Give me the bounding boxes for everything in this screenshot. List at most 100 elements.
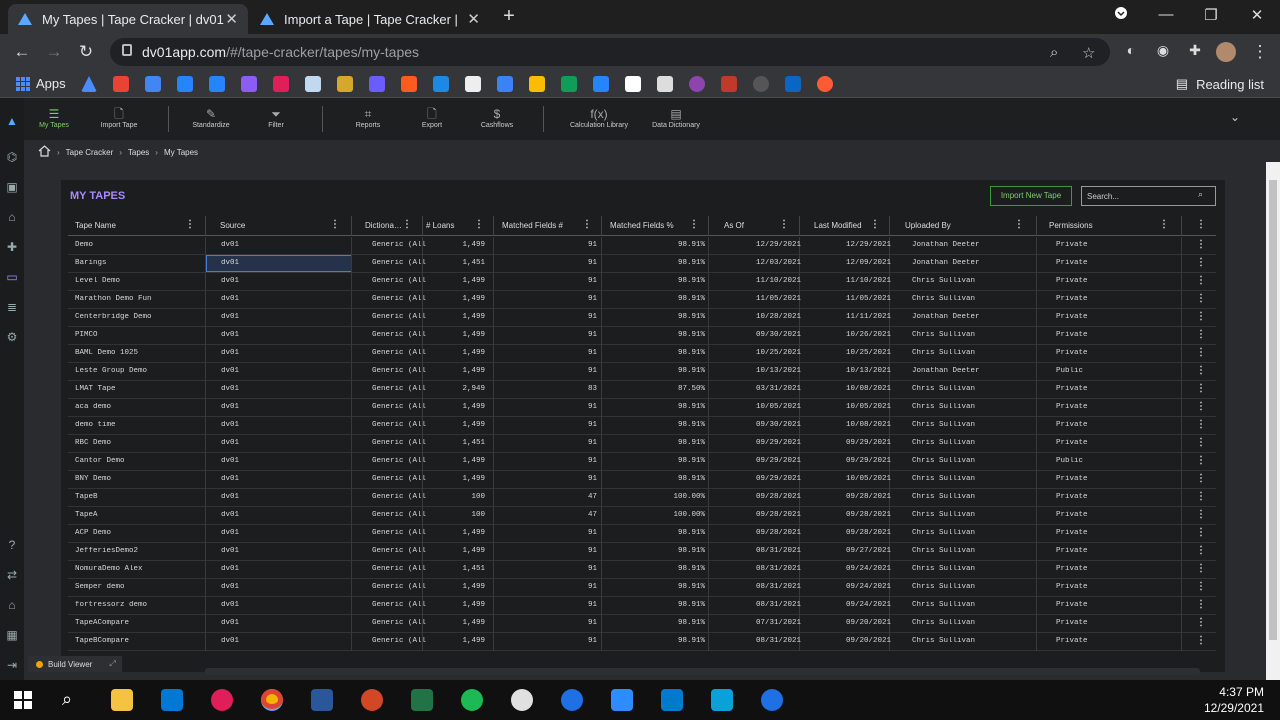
table-cell[interactable]: 100.00%: [617, 493, 705, 501]
note-bookmark-icon[interactable]: [337, 76, 353, 92]
column-header[interactable]: Source: [220, 221, 245, 230]
jira-bookmark-icon[interactable]: [593, 76, 609, 92]
url-field[interactable]: dv01app.com/#/tape-cracker/tapes/my-tape…: [110, 38, 1110, 66]
table-cell[interactable]: 09/30/2021: [731, 331, 801, 339]
table-cell[interactable]: Chris Sullivan: [912, 385, 1052, 393]
briefcase-icon[interactable]: ▣: [5, 180, 19, 194]
row-menu-icon[interactable]: ⋮: [1196, 491, 1206, 502]
table-row[interactable]: Level Demo dv01 Generic (All 1,499 91 98.91% 1…: [68, 273, 1216, 291]
column-divider[interactable]: [351, 216, 352, 236]
table-cell[interactable]: 91: [509, 547, 597, 555]
table-cell[interactable]: Chris Sullivan: [912, 421, 1052, 429]
table-cell[interactable]: Generic (All: [372, 475, 432, 483]
table-cell[interactable]: Chris Sullivan: [912, 349, 1052, 357]
table-row[interactable]: ACP Demo dv01 Generic (All 1,499 91 98.91% 09/…: [68, 525, 1216, 543]
toolbar-data-dictionary[interactable]: ▤ Data Dictionary: [650, 106, 702, 129]
column-divider[interactable]: [422, 216, 423, 236]
table-row[interactable]: Cantor Demo dv01 Generic (All 1,499 91 98.91%…: [68, 453, 1216, 471]
table-cell[interactable]: 91: [509, 259, 597, 267]
table-cell[interactable]: 11/11/2021: [821, 313, 891, 321]
table-cell[interactable]: 1,499: [433, 637, 485, 645]
table-cell[interactable]: Generic (All: [372, 457, 432, 465]
table-cell[interactable]: 09/28/2021: [821, 511, 891, 519]
column-menu-icon[interactable]: ⋮: [330, 219, 340, 230]
column-menu-icon[interactable]: ⋮: [582, 219, 592, 230]
table-cell[interactable]: NomuraDemo Alex: [75, 565, 185, 573]
table-cell[interactable]: 10/25/2021: [821, 349, 891, 357]
table-cell[interactable]: dv01: [221, 331, 331, 339]
reload-icon[interactable]: ↻: [76, 42, 96, 62]
sheet-bookmark-icon[interactable]: [305, 76, 321, 92]
table-cell[interactable]: Generic (All: [372, 259, 432, 267]
toolbar-reports[interactable]: ⌗ Reports: [348, 106, 388, 129]
extension-icon[interactable]: ◉: [1153, 42, 1173, 59]
zoom-icon[interactable]: [611, 689, 633, 711]
table-cell[interactable]: Private: [1056, 349, 1176, 357]
table-cell[interactable]: 91: [509, 241, 597, 249]
table-cell[interactable]: Centerbridge Demo: [75, 313, 185, 321]
column-divider[interactable]: [493, 216, 494, 236]
table-row[interactable]: Centerbridge Demo dv01 Generic (All 1,499 91…: [68, 309, 1216, 327]
table-cell[interactable]: Generic (All: [372, 529, 432, 537]
table-cell[interactable]: 09/24/2021: [821, 601, 891, 609]
file-explorer-icon[interactable]: [111, 689, 133, 711]
table-cell[interactable]: 98.91%: [617, 259, 705, 267]
table-cell[interactable]: Private: [1056, 295, 1176, 303]
table-cell[interactable]: 98.91%: [617, 529, 705, 537]
row-menu-icon[interactable]: ⋮: [1196, 383, 1206, 394]
table-cell[interactable]: 10/05/2021: [731, 403, 801, 411]
table-cell[interactable]: 1,499: [433, 475, 485, 483]
table-cell[interactable]: Cantor Demo: [75, 457, 185, 465]
table-cell[interactable]: 98.91%: [617, 583, 705, 591]
row-menu-icon[interactable]: ⋮: [1196, 293, 1206, 304]
wsj-bookmark-icon[interactable]: [625, 76, 641, 92]
table-cell[interactable]: Private: [1056, 259, 1176, 267]
table-cell[interactable]: Generic (All: [372, 403, 432, 411]
toolbar-standardize[interactable]: ✎ Standardize: [186, 106, 236, 129]
table-cell[interactable]: dv01: [221, 511, 331, 519]
table-cell[interactable]: Jonathan Deeter: [912, 313, 1052, 321]
table-cell[interactable]: 98.91%: [617, 475, 705, 483]
table-cell[interactable]: Generic (All: [372, 241, 432, 249]
windows-start-icon[interactable]: [14, 691, 32, 709]
puzzle-icon[interactable]: ✚: [1185, 42, 1205, 59]
column-divider[interactable]: [205, 216, 206, 236]
table-cell[interactable]: 87.50%: [617, 385, 705, 393]
table-cell[interactable]: Chris Sullivan: [912, 457, 1052, 465]
table-cell[interactable]: 91: [509, 457, 597, 465]
table-cell[interactable]: 91: [509, 637, 597, 645]
table-cell[interactable]: 09/29/2021: [731, 475, 801, 483]
table-cell[interactable]: Private: [1056, 331, 1176, 339]
zoom-icon[interactable]: ⌕: [1050, 44, 1058, 61]
table-cell[interactable]: 98.91%: [617, 277, 705, 285]
table-cell[interactable]: 09/30/2021: [731, 421, 801, 429]
table-cell[interactable]: Generic (All: [372, 565, 432, 573]
table-cell[interactable]: Chris Sullivan: [912, 565, 1052, 573]
table-cell[interactable]: 08/31/2021: [731, 565, 801, 573]
table-cell[interactable]: Private: [1056, 511, 1176, 519]
table-cell[interactable]: 09/29/2021: [821, 457, 891, 465]
close-window-icon[interactable]: ✕: [1247, 6, 1267, 24]
table-row[interactable]: NomuraDemo Alex dv01 Generic (All 1,451 91 98…: [68, 561, 1216, 579]
table-cell[interactable]: 10/05/2021: [821, 475, 891, 483]
table-cell[interactable]: 98.91%: [617, 367, 705, 375]
table-cell[interactable]: 1,499: [433, 457, 485, 465]
table-icon[interactable]: ▦: [5, 628, 19, 642]
table-cell[interactable]: BNY Demo: [75, 475, 185, 483]
column-header[interactable]: Matched Fields #: [502, 221, 563, 230]
table-row[interactable]: TapeACompare dv01 Generic (All 1,499 91 98.91…: [68, 615, 1216, 633]
table-cell[interactable]: dv01: [221, 493, 331, 501]
table-cell[interactable]: dv01: [221, 619, 331, 627]
row-menu-icon[interactable]: ⋮: [1196, 599, 1206, 610]
table-cell[interactable]: 98.91%: [617, 241, 705, 249]
webex-icon[interactable]: [561, 689, 583, 711]
table-row[interactable]: Barings dv01 Generic (All 1,451 91 98.91% 12/0…: [68, 255, 1216, 273]
table-cell[interactable]: Generic (All: [372, 601, 432, 609]
puzzle-icon[interactable]: ✚: [5, 240, 19, 254]
table-cell[interactable]: 98.91%: [617, 313, 705, 321]
table-cell[interactable]: 98.91%: [617, 601, 705, 609]
table-cell[interactable]: 09/27/2021: [821, 547, 891, 555]
table-cell[interactable]: 09/29/2021: [821, 439, 891, 447]
table-cell[interactable]: Chris Sullivan: [912, 277, 1052, 285]
table-cell[interactable]: 98.91%: [617, 637, 705, 645]
